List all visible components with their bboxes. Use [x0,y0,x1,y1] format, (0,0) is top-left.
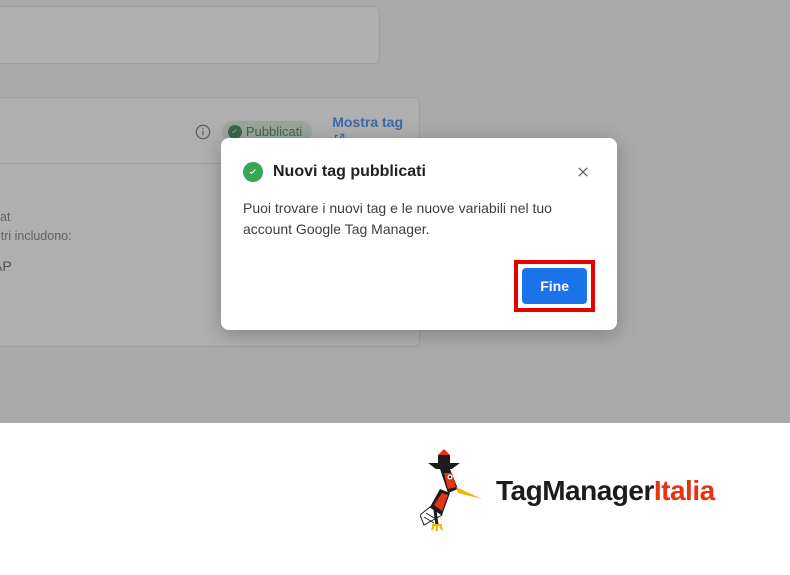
logo-text-black: TagManager [496,475,654,506]
brand-logo: TagManagerItalia [420,445,715,537]
logo-text: TagManagerItalia [496,475,715,507]
woodpecker-icon [420,445,490,537]
modal-title: Nuovi tag pubblicati [273,163,561,181]
modal-header: Nuovi tag pubblicati [243,160,595,184]
close-icon [575,164,591,180]
modal-footer: Fine [243,260,595,312]
highlight-annotation: Fine [514,260,595,312]
close-button[interactable] [571,160,595,184]
logo-text-red: Italia [654,475,715,506]
success-check-icon [243,162,263,182]
modal-body: Puoi trovare i nuovi tag e le nuove vari… [243,198,595,240]
fine-button[interactable]: Fine [522,268,587,304]
success-modal: Nuovi tag pubblicati Puoi trovare i nuov… [221,138,617,330]
